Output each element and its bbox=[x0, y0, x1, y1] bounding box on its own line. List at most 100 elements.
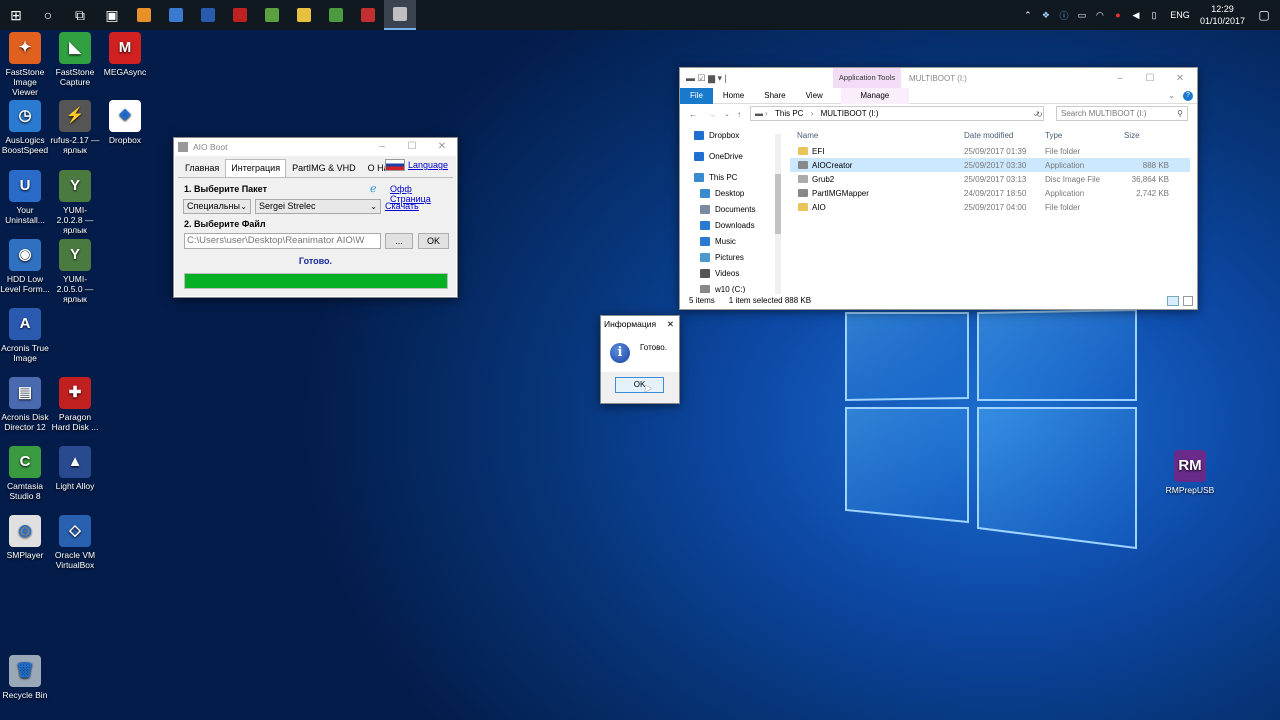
column-name[interactable]: Name bbox=[790, 131, 964, 140]
column-date-modified[interactable]: Date modified bbox=[964, 131, 1045, 140]
taskbar-start-button[interactable]: ⊞ bbox=[0, 0, 32, 30]
file-row[interactable]: EFI 25/09/2017 01:39 File folder bbox=[790, 144, 1190, 158]
desktop-icon[interactable]: A Acronis True Image bbox=[0, 308, 50, 363]
ribbon-tab-home[interactable]: Home bbox=[713, 88, 754, 104]
refresh-icon[interactable]: ↻ bbox=[1036, 110, 1043, 119]
action-center-icon[interactable]: ▢ bbox=[1258, 8, 1270, 22]
desktop-icon[interactable]: ❖ Dropbox bbox=[100, 100, 150, 145]
taskbar-file-explorer-button[interactable] bbox=[288, 0, 320, 30]
taskbar-app-button[interactable] bbox=[352, 0, 384, 30]
desktop-icon[interactable]: Y YUMI-2.0.2.8 — ярлык bbox=[50, 170, 100, 235]
recent-chevron-icon[interactable]: ⌄ bbox=[724, 110, 730, 118]
address-bar[interactable]: ▬ › This PC › MULTIBOOT (I:) ⌄ bbox=[750, 106, 1044, 121]
large-icons-view-icon[interactable] bbox=[1183, 295, 1193, 306]
nav-item-dropbox[interactable]: Dropbox bbox=[680, 127, 785, 143]
breadcrumb-this-pc[interactable]: This PC bbox=[775, 109, 803, 118]
taskbar-aio-boot-button[interactable] bbox=[384, 0, 416, 30]
back-arrow-icon[interactable]: ← bbox=[689, 110, 697, 119]
ribbon-tab-share[interactable]: Share bbox=[754, 88, 795, 104]
dropbox-tray-icon[interactable]: ❖ bbox=[1040, 9, 1052, 21]
desktop-icon[interactable]: ▲ Light Alloy bbox=[50, 446, 100, 491]
forward-arrow-icon[interactable]: → bbox=[708, 110, 716, 119]
taskbar-app-button[interactable] bbox=[128, 0, 160, 30]
breadcrumb-drive[interactable]: MULTIBOOT (I:) bbox=[821, 109, 879, 118]
desktop-icon[interactable]: ◷ AusLogics BoostSpeed bbox=[0, 100, 50, 155]
mega-tray-icon[interactable]: ● bbox=[1112, 9, 1124, 21]
desktop-icon[interactable]: ◉ HDD Low Level Form... bbox=[0, 239, 50, 294]
tab-integration[interactable]: Интеграция bbox=[225, 159, 287, 177]
ribbon-tab-file[interactable]: File bbox=[680, 87, 713, 104]
column-size[interactable]: Size bbox=[1124, 131, 1174, 140]
minimize-button[interactable]: – bbox=[1105, 68, 1135, 88]
desktop-icon[interactable]: ◇ Oracle VM VirtualBox bbox=[50, 515, 100, 570]
desktop-icon[interactable]: ✚ Paragon Hard Disk ... bbox=[50, 377, 100, 432]
details-view-icon[interactable] bbox=[1167, 295, 1179, 306]
up-arrow-icon[interactable]: ↑ bbox=[737, 110, 741, 119]
tab-partimg-vhd[interactable]: PartIMG & VHD bbox=[286, 159, 362, 175]
explorer-titlebar[interactable]: ▬ ☑ ▆ ▾ | Application Tools MULTIBOOT (I… bbox=[680, 68, 1197, 88]
scrollbar-thumb[interactable] bbox=[775, 174, 781, 234]
ribbon-tab-view[interactable]: View bbox=[796, 88, 833, 104]
file-row[interactable]: PartIMGMapper 24/09/2017 18:50 Application… bbox=[790, 186, 1190, 200]
dialog-ok-button[interactable]: OK bbox=[615, 377, 664, 393]
help-icon[interactable]: ? bbox=[1183, 90, 1193, 101]
taskbar-cherry-button[interactable] bbox=[224, 0, 256, 30]
file-row[interactable]: AIO 25/09/2017 04:00 File folder bbox=[790, 200, 1190, 214]
browse-button[interactable]: ... bbox=[385, 233, 413, 249]
taskbar-chrome-button[interactable] bbox=[320, 0, 352, 30]
package-select[interactable]: Sergei Strelec ⌄ bbox=[255, 199, 381, 214]
taskbar-search-button[interactable]: ○ bbox=[32, 0, 64, 30]
nav-item-downloads[interactable]: Downloads bbox=[680, 217, 785, 233]
clock[interactable]: 12:29 01/10/2017 bbox=[1200, 3, 1245, 27]
language-selector[interactable]: Language bbox=[384, 159, 448, 171]
desktop-icon[interactable]: ⚡ rufus-2.17 — ярлык bbox=[50, 100, 100, 155]
desktop-icon[interactable]: ◣ FastStone Capture bbox=[50, 32, 100, 87]
ribbon-expand-icon[interactable]: ⌄ bbox=[1168, 91, 1175, 100]
desktop-icon[interactable]: ✦ FastStone Image Viewer bbox=[0, 32, 50, 97]
close-button[interactable]: ✕ bbox=[1165, 68, 1195, 88]
tab-home[interactable]: Главная bbox=[179, 159, 225, 175]
file-row[interactable]: Grub2 25/09/2017 03:13 Disc Image File 36,8… bbox=[790, 172, 1190, 186]
file-row[interactable]: AIOCreator 25/09/2017 03:30 Application 888… bbox=[790, 158, 1190, 172]
ok-button[interactable]: OK bbox=[418, 233, 449, 249]
keyboard-language[interactable]: ENG bbox=[1169, 9, 1191, 21]
search-input[interactable]: Search MULTIBOOT (I:) ⚲ bbox=[1056, 106, 1188, 121]
taskbar-store-button[interactable]: ▣ bbox=[96, 0, 128, 30]
taskbar-app-button[interactable] bbox=[160, 0, 192, 30]
network-icon[interactable]: ▭ bbox=[1076, 9, 1088, 21]
nav-item-onedrive[interactable]: OneDrive bbox=[680, 148, 785, 164]
close-button[interactable]: ✕ bbox=[427, 138, 457, 155]
desktop-icon[interactable]: M MEGAsync bbox=[100, 32, 150, 77]
wifi-icon[interactable]: ◠ bbox=[1094, 9, 1106, 21]
chevron-up-icon[interactable]: ⌃ bbox=[1022, 9, 1034, 21]
desktop-icon[interactable]: ▤ Acronis Disk Director 12 bbox=[0, 377, 50, 432]
maximize-button[interactable]: ☐ bbox=[1135, 68, 1165, 88]
file-path-input[interactable]: C:\Users\user\Desktop\Reanimator AIO\W bbox=[184, 233, 381, 249]
taskbar-task-view-button[interactable]: ⧉ bbox=[64, 0, 96, 30]
nav-item-documents[interactable]: Documents bbox=[680, 201, 785, 217]
nav-item-computer[interactable]: This PC bbox=[680, 169, 785, 185]
download-link[interactable]: Скачать bbox=[385, 201, 419, 211]
desktop-icon[interactable]: RM RMPrepUSB bbox=[1165, 450, 1215, 495]
ribbon-tab-manage[interactable]: Manage bbox=[840, 87, 909, 104]
dialog-close-icon[interactable]: ✕ bbox=[667, 316, 674, 332]
aio-titlebar[interactable]: AIO Boot – ☐ ✕ bbox=[174, 138, 457, 155]
language-link[interactable]: Language bbox=[408, 160, 448, 170]
desktop-icon[interactable]: 🗑 Recycle Bin bbox=[0, 655, 50, 700]
taskbar-photoshop-button[interactable] bbox=[192, 0, 224, 30]
column-type[interactable]: Type bbox=[1045, 131, 1124, 140]
desktop-icon[interactable]: C Camtasia Studio 8 bbox=[0, 446, 50, 501]
battery-icon[interactable]: ▯ bbox=[1148, 9, 1160, 21]
desktop-icon[interactable]: Y YUMI-2.0.5.0 — ярлык bbox=[50, 239, 100, 304]
nav-item-desktop[interactable]: Desktop bbox=[680, 185, 785, 201]
nav-scrollbar[interactable] bbox=[775, 134, 781, 294]
nav-item-pictures[interactable]: Pictures bbox=[680, 249, 785, 265]
dialog-titlebar[interactable]: Информация ✕ bbox=[601, 316, 679, 332]
maximize-button[interactable]: ☐ bbox=[397, 138, 427, 155]
taskbar-app-button[interactable] bbox=[256, 0, 288, 30]
nav-item-videos[interactable]: Videos bbox=[680, 265, 785, 281]
desktop-icon[interactable]: ◎ SMPlayer bbox=[0, 515, 50, 560]
category-select[interactable]: Специальны ⌄ bbox=[183, 199, 251, 214]
desktop-icon[interactable]: U Your Uninstall... bbox=[0, 170, 50, 225]
volume-icon[interactable]: ◀ bbox=[1130, 9, 1142, 21]
